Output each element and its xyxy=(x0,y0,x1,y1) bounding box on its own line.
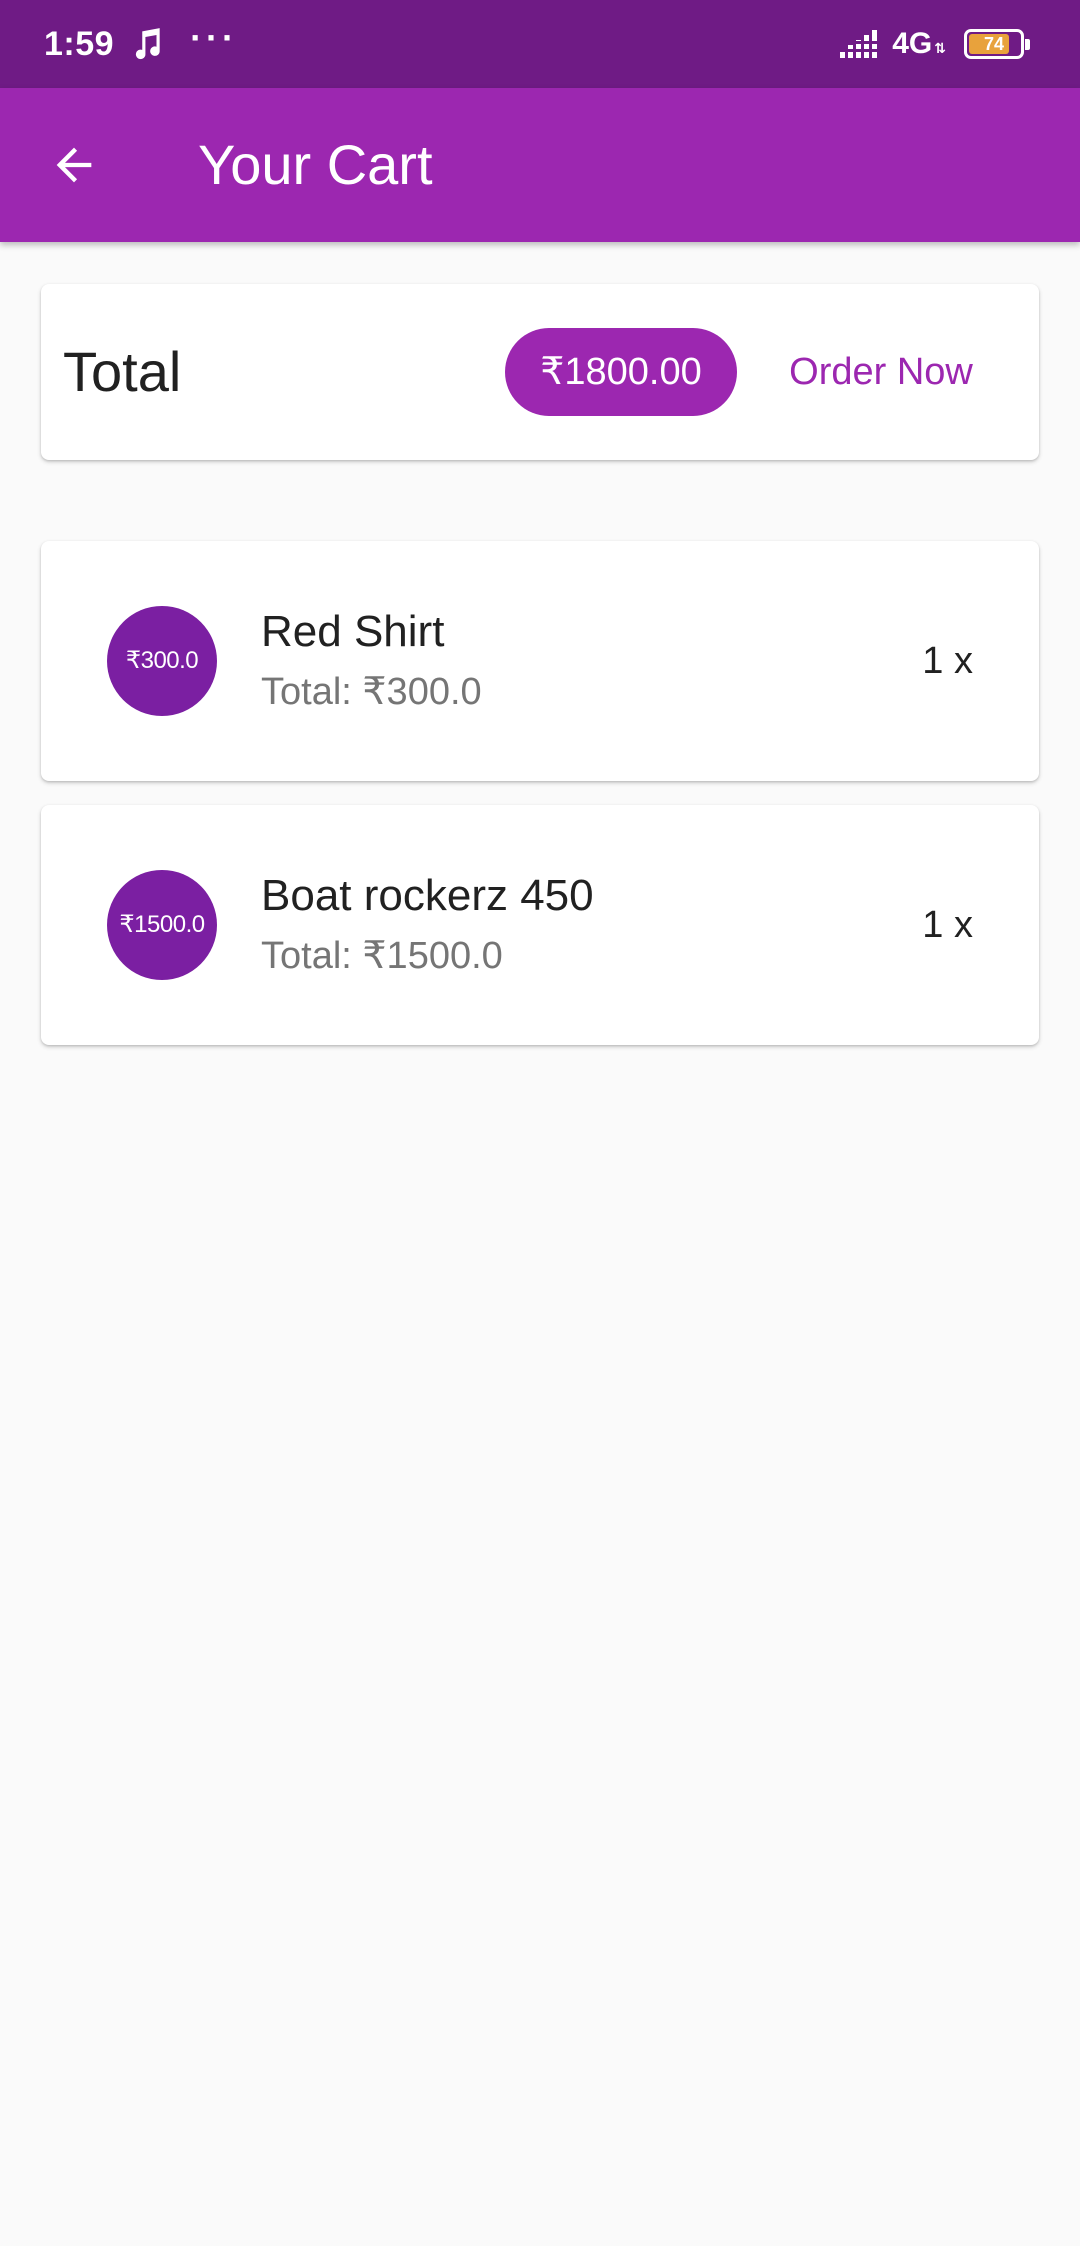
app-bar: Your Cart xyxy=(0,88,1080,242)
item-price-avatar: ₹300.0 xyxy=(107,606,217,716)
cart-item[interactable]: ₹300.0 Red Shirt Total: ₹300.0 1 x xyxy=(41,541,1039,781)
total-label: Total xyxy=(63,340,182,403)
item-price-avatar: ₹1500.0 xyxy=(107,870,217,980)
network-label: 4G xyxy=(892,27,933,60)
item-total: Total: ₹300.0 xyxy=(261,671,482,713)
status-bar: 1:59 ··· 4G ⇅ 74 xyxy=(0,0,1080,88)
cart-item[interactable]: ₹1500.0 Boat rockerz 450 Total: ₹1500.0 … xyxy=(41,805,1039,1045)
back-button[interactable] xyxy=(40,131,108,199)
battery-icon: 74 xyxy=(964,29,1030,59)
total-amount-chip: ₹1800.00 xyxy=(505,328,737,416)
signal-icon xyxy=(838,30,883,58)
page-title: Your Cart xyxy=(198,133,433,196)
order-now-button[interactable]: Order Now xyxy=(761,328,1001,416)
status-right: 4G ⇅ 74 xyxy=(838,0,1030,88)
item-quantity: 1 x xyxy=(922,640,973,682)
data-arrows-icon: ⇅ xyxy=(934,40,946,56)
arrow-back-icon xyxy=(56,147,92,183)
item-total: Total: ₹1500.0 xyxy=(261,935,503,977)
item-quantity: 1 x xyxy=(922,904,973,946)
music-note-icon xyxy=(135,28,160,60)
item-title: Boat rockerz 450 xyxy=(261,871,594,920)
battery-percent: 74 xyxy=(983,34,1005,54)
more-notifications-icon: ··· xyxy=(190,17,239,58)
status-left: 1:59 ··· xyxy=(44,0,238,88)
network-type: 4G ⇅ xyxy=(892,27,946,61)
status-time: 1:59 xyxy=(44,24,115,63)
cart-total-card: Total ₹1800.00 Order Now xyxy=(41,284,1039,460)
item-title: Red Shirt xyxy=(261,607,445,656)
